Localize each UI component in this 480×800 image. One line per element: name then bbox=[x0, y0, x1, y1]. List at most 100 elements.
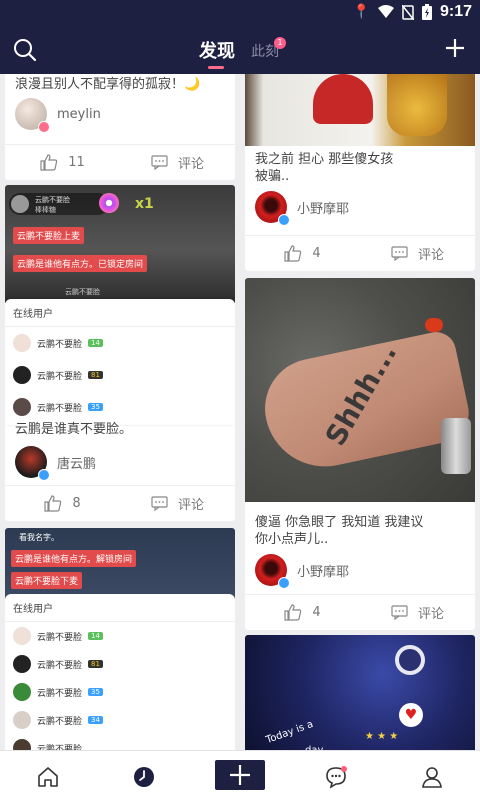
chat-message: 云鹏是谁他有点方。解锁房间 bbox=[11, 550, 137, 567]
image-ladybug bbox=[425, 318, 443, 332]
chat-message: 云鹏是谁他有点方。已锁定房间 bbox=[13, 255, 148, 272]
level-badge: 81 bbox=[88, 371, 103, 379]
chat-icon[interactable] bbox=[324, 765, 348, 789]
online-user-name: 云鹏不要脸 bbox=[37, 403, 83, 414]
online-user-name: 云鹏不要脸 bbox=[37, 632, 83, 643]
like-button[interactable]: 11 bbox=[5, 154, 120, 171]
comment-label: 评论 bbox=[417, 607, 444, 622]
post-author[interactable]: meylin bbox=[15, 98, 101, 133]
avatar bbox=[255, 554, 290, 589]
thumb-up-icon bbox=[284, 604, 302, 621]
post-text: 云鹏是谁真不要脸。 bbox=[15, 422, 133, 437]
plus-icon bbox=[230, 765, 250, 785]
chat-message: 看我名字。 bbox=[19, 533, 59, 542]
user-icon[interactable] bbox=[420, 765, 444, 789]
feed[interactable]: 浪漫且别人不配享得的孤寂！🌙 meylin 11 评论 云鹏不要脸 棒棒糖 x1… bbox=[0, 74, 480, 750]
post-card[interactable]: 浪漫且别人不配享得的孤寂！🌙 meylin 11 评论 bbox=[5, 74, 235, 180]
like-button[interactable]: 4 bbox=[245, 604, 360, 621]
live-host-tag: 云鹏不要脸 棒棒糖 bbox=[9, 193, 109, 215]
image-moon bbox=[395, 645, 425, 675]
avatar-badge bbox=[278, 214, 290, 226]
online-users-panel: 在线用户 云鹏不要脸 14 云鹏不要脸 81 云鹏不要脸 35 云鹏不要脸 34 bbox=[5, 594, 235, 750]
avatar bbox=[11, 195, 29, 213]
tab-discover[interactable]: 发现 bbox=[199, 37, 235, 63]
author-name: 唐云鹏 bbox=[57, 456, 97, 472]
comment-button[interactable]: 评论 bbox=[360, 603, 475, 622]
online-user-name: 云鹏不要脸 bbox=[37, 744, 83, 751]
wifi-icon bbox=[377, 5, 394, 18]
avatar bbox=[13, 739, 31, 750]
online-user-name: 云鹏不要脸 bbox=[37, 688, 83, 699]
author-name: 小野摩耶 bbox=[297, 564, 350, 580]
battery-icon bbox=[421, 4, 432, 20]
comment-label: 评论 bbox=[177, 498, 204, 513]
avatar-badge bbox=[38, 121, 50, 133]
avatar-badge bbox=[38, 469, 50, 481]
post-card[interactable]: 看我名字。 云鹏是谁他有点方。解锁房间 云鹏不要脸下麦 在线用户 云鹏不要脸 1… bbox=[5, 528, 235, 750]
publish-button[interactable] bbox=[215, 760, 265, 790]
comment-icon bbox=[151, 155, 168, 170]
online-users-title: 在线用户 bbox=[5, 299, 235, 327]
add-icon[interactable] bbox=[444, 37, 466, 59]
post-actions: 4 评论 bbox=[245, 235, 475, 271]
chat-message: 云鹏不要脸下麦 bbox=[11, 572, 83, 589]
post-actions: 4 评论 bbox=[245, 594, 475, 630]
image-stars: ★ ★ ★ bbox=[365, 731, 399, 742]
like-button[interactable]: 8 bbox=[5, 495, 120, 512]
post-card[interactable]: ♥ Today is a day ★ ★ ★ bbox=[245, 635, 475, 750]
online-users-title: 在线用户 bbox=[5, 594, 235, 622]
chat-message: 云鹏不要脸上麦 bbox=[13, 227, 85, 244]
post-text: 浪漫且别人不配享得的孤寂！🌙 bbox=[15, 77, 201, 92]
post-image: ♥ Today is a day ★ ★ ★ bbox=[245, 635, 475, 750]
comment-icon bbox=[391, 246, 408, 261]
level-badge: 35 bbox=[88, 403, 103, 411]
search-icon[interactable] bbox=[12, 37, 38, 63]
post-image: Shhh... bbox=[245, 278, 475, 502]
lollipop-gift-icon bbox=[99, 193, 119, 213]
comment-icon bbox=[391, 605, 408, 620]
post-actions: 8 评论 bbox=[5, 485, 235, 521]
comment-button[interactable]: 评论 bbox=[120, 153, 235, 172]
clock-icon[interactable] bbox=[132, 765, 156, 789]
avatar bbox=[255, 191, 290, 226]
level-badge: 35 bbox=[88, 688, 103, 696]
post-author[interactable]: 小野摩耶 bbox=[255, 191, 350, 226]
like-button[interactable]: 4 bbox=[245, 245, 360, 262]
author-name: 小野摩耶 bbox=[297, 201, 350, 217]
author-name: meylin bbox=[57, 106, 101, 122]
like-count: 11 bbox=[68, 155, 85, 170]
comment-button[interactable]: 评论 bbox=[120, 494, 235, 513]
home-icon[interactable] bbox=[36, 765, 60, 789]
post-author[interactable]: 小野摩耶 bbox=[255, 554, 350, 589]
avatar bbox=[13, 683, 31, 701]
comment-button[interactable]: 评论 bbox=[360, 244, 475, 263]
thumb-up-icon bbox=[284, 245, 302, 262]
avatar bbox=[13, 334, 31, 352]
post-card[interactable]: 我之前 担心 那些傻女孩被骗.. 小野摩耶 4 评论 bbox=[245, 74, 475, 271]
avatar-badge bbox=[278, 577, 290, 589]
avatar bbox=[13, 655, 31, 673]
chat-message: 云鹏不要脸 bbox=[65, 288, 100, 296]
post-text: 傻逼 你急眼了 我知道 我建议你小点声儿.. bbox=[255, 515, 424, 547]
post-author[interactable]: 唐云鹏 bbox=[15, 446, 97, 481]
status-icons: 📍 9:17 bbox=[353, 3, 472, 21]
post-actions: 11 评论 bbox=[5, 144, 235, 180]
like-count: 4 bbox=[312, 605, 321, 620]
avatar bbox=[13, 366, 31, 384]
online-user-row: 云鹏不要脸 34 bbox=[5, 706, 235, 734]
host-name: 云鹏不要脸 bbox=[35, 196, 70, 204]
clock-time: 9:17 bbox=[439, 3, 472, 20]
post-card[interactable]: 云鹏不要脸 棒棒糖 x1 云鹏不要脸上麦 云鹏是谁他有点方。已锁定房间 云鹏不要… bbox=[5, 185, 235, 521]
post-card[interactable]: Shhh... 傻逼 你急眼了 我知道 我建议你小点声儿.. 小野摩耶 4 评论 bbox=[245, 278, 475, 630]
like-count: 8 bbox=[72, 496, 81, 511]
online-user-row: 云鹏不要脸 35 bbox=[5, 678, 235, 706]
thumb-up-icon bbox=[40, 154, 58, 171]
level-badge: 34 bbox=[88, 716, 103, 724]
avatar bbox=[15, 98, 50, 133]
image-text: Today is a bbox=[264, 718, 315, 747]
post-image bbox=[245, 74, 475, 146]
tab-active-indicator bbox=[208, 66, 224, 69]
image-watch bbox=[441, 418, 471, 474]
like-count: 4 bbox=[312, 246, 321, 261]
top-nav: 发现 此刻 1 bbox=[0, 25, 480, 74]
